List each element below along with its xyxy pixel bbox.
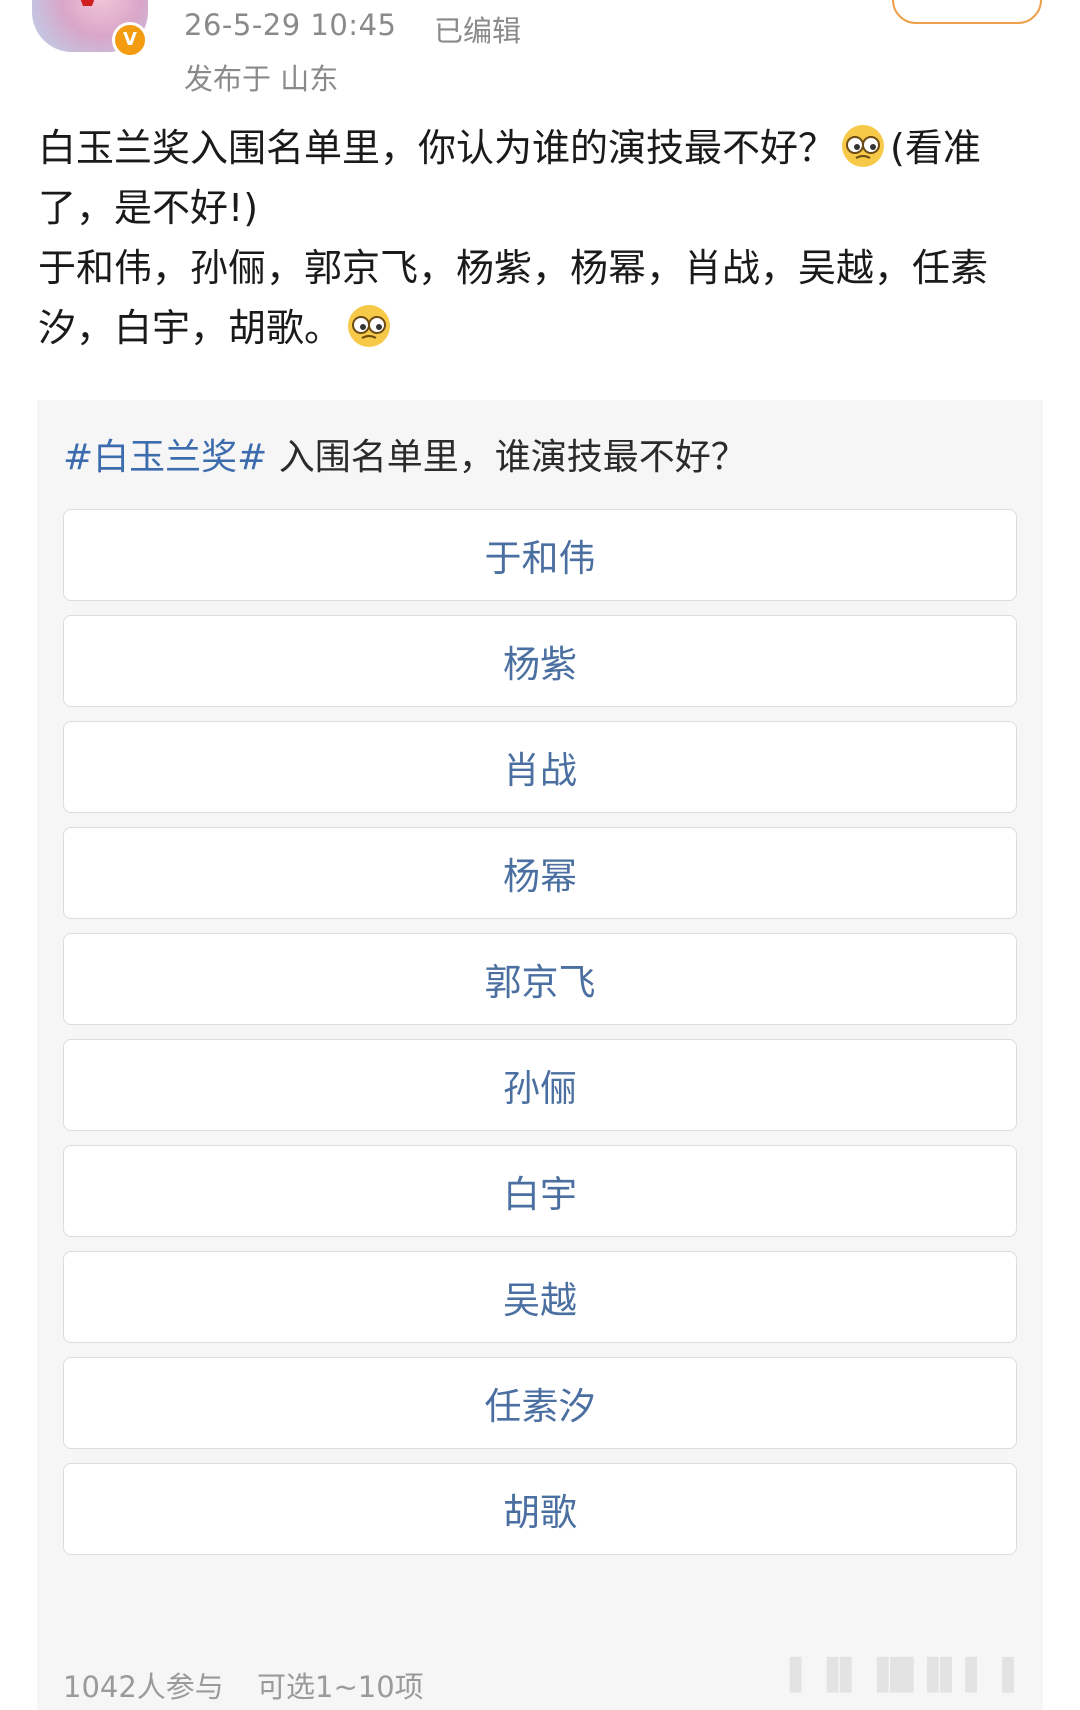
post-timestamp: 26-5-29 10:45	[184, 8, 397, 42]
post-text-line2: 于和伟，孙俪，郭京飞，杨紫，杨幂，肖战，吴越，任素汐，白宇，胡歌。	[38, 246, 989, 350]
poll-option[interactable]: 白宇	[63, 1145, 1017, 1237]
edited-label: 已编辑	[434, 14, 522, 48]
poll-option[interactable]: 杨紫	[63, 615, 1017, 707]
post-body: 白玉兰奖入围名单里，你认为谁的演技最不好？ (看准了，是不好!) 于和伟，孙俪，…	[38, 118, 1038, 358]
poll-option[interactable]: 孙俪	[63, 1039, 1017, 1131]
poll-option[interactable]: 肖战	[63, 721, 1017, 813]
watermark-logo: ▌▐▌▐█▐▌▌▐	[790, 1658, 1016, 1693]
post-location: 发布于 山东	[184, 62, 339, 96]
post-header: V V 26-5-29 10:45 已编辑 发布于 山东	[0, 0, 1080, 100]
poll-option[interactable]: 任素汐	[63, 1357, 1017, 1449]
poll-option[interactable]: 胡歌	[63, 1463, 1017, 1555]
avatar-logo-mark: V	[72, 0, 112, 13]
poll-option[interactable]: 于和伟	[63, 509, 1017, 601]
poll-question: 入围名单里，谁演技最不好？	[278, 437, 747, 478]
topic-hashtag-link[interactable]: #白玉兰奖#	[63, 437, 267, 478]
poll-option[interactable]: 杨幂	[63, 827, 1017, 919]
follow-button[interactable]	[892, 0, 1042, 24]
poll-title: #白玉兰奖# 入围名单里，谁演技最不好？	[63, 428, 747, 480]
poll-footer: 1042人参与 可选1~10项	[63, 1664, 448, 1706]
smirk-glasses-emoji-icon	[348, 305, 391, 347]
verified-badge-icon: V	[112, 22, 148, 58]
post-text-line1: 白玉兰奖入围名单里，你认为谁的演技最不好？	[38, 126, 837, 170]
poll-option[interactable]: 郭京飞	[63, 933, 1017, 1025]
smirk-glasses-emoji-icon	[842, 125, 885, 167]
poll-option[interactable]: 吴越	[63, 1251, 1017, 1343]
poll-card: #白玉兰奖# 入围名单里，谁演技最不好？ 于和伟 杨紫 肖战 杨幂 郭京飞 孙俪…	[37, 400, 1043, 1710]
